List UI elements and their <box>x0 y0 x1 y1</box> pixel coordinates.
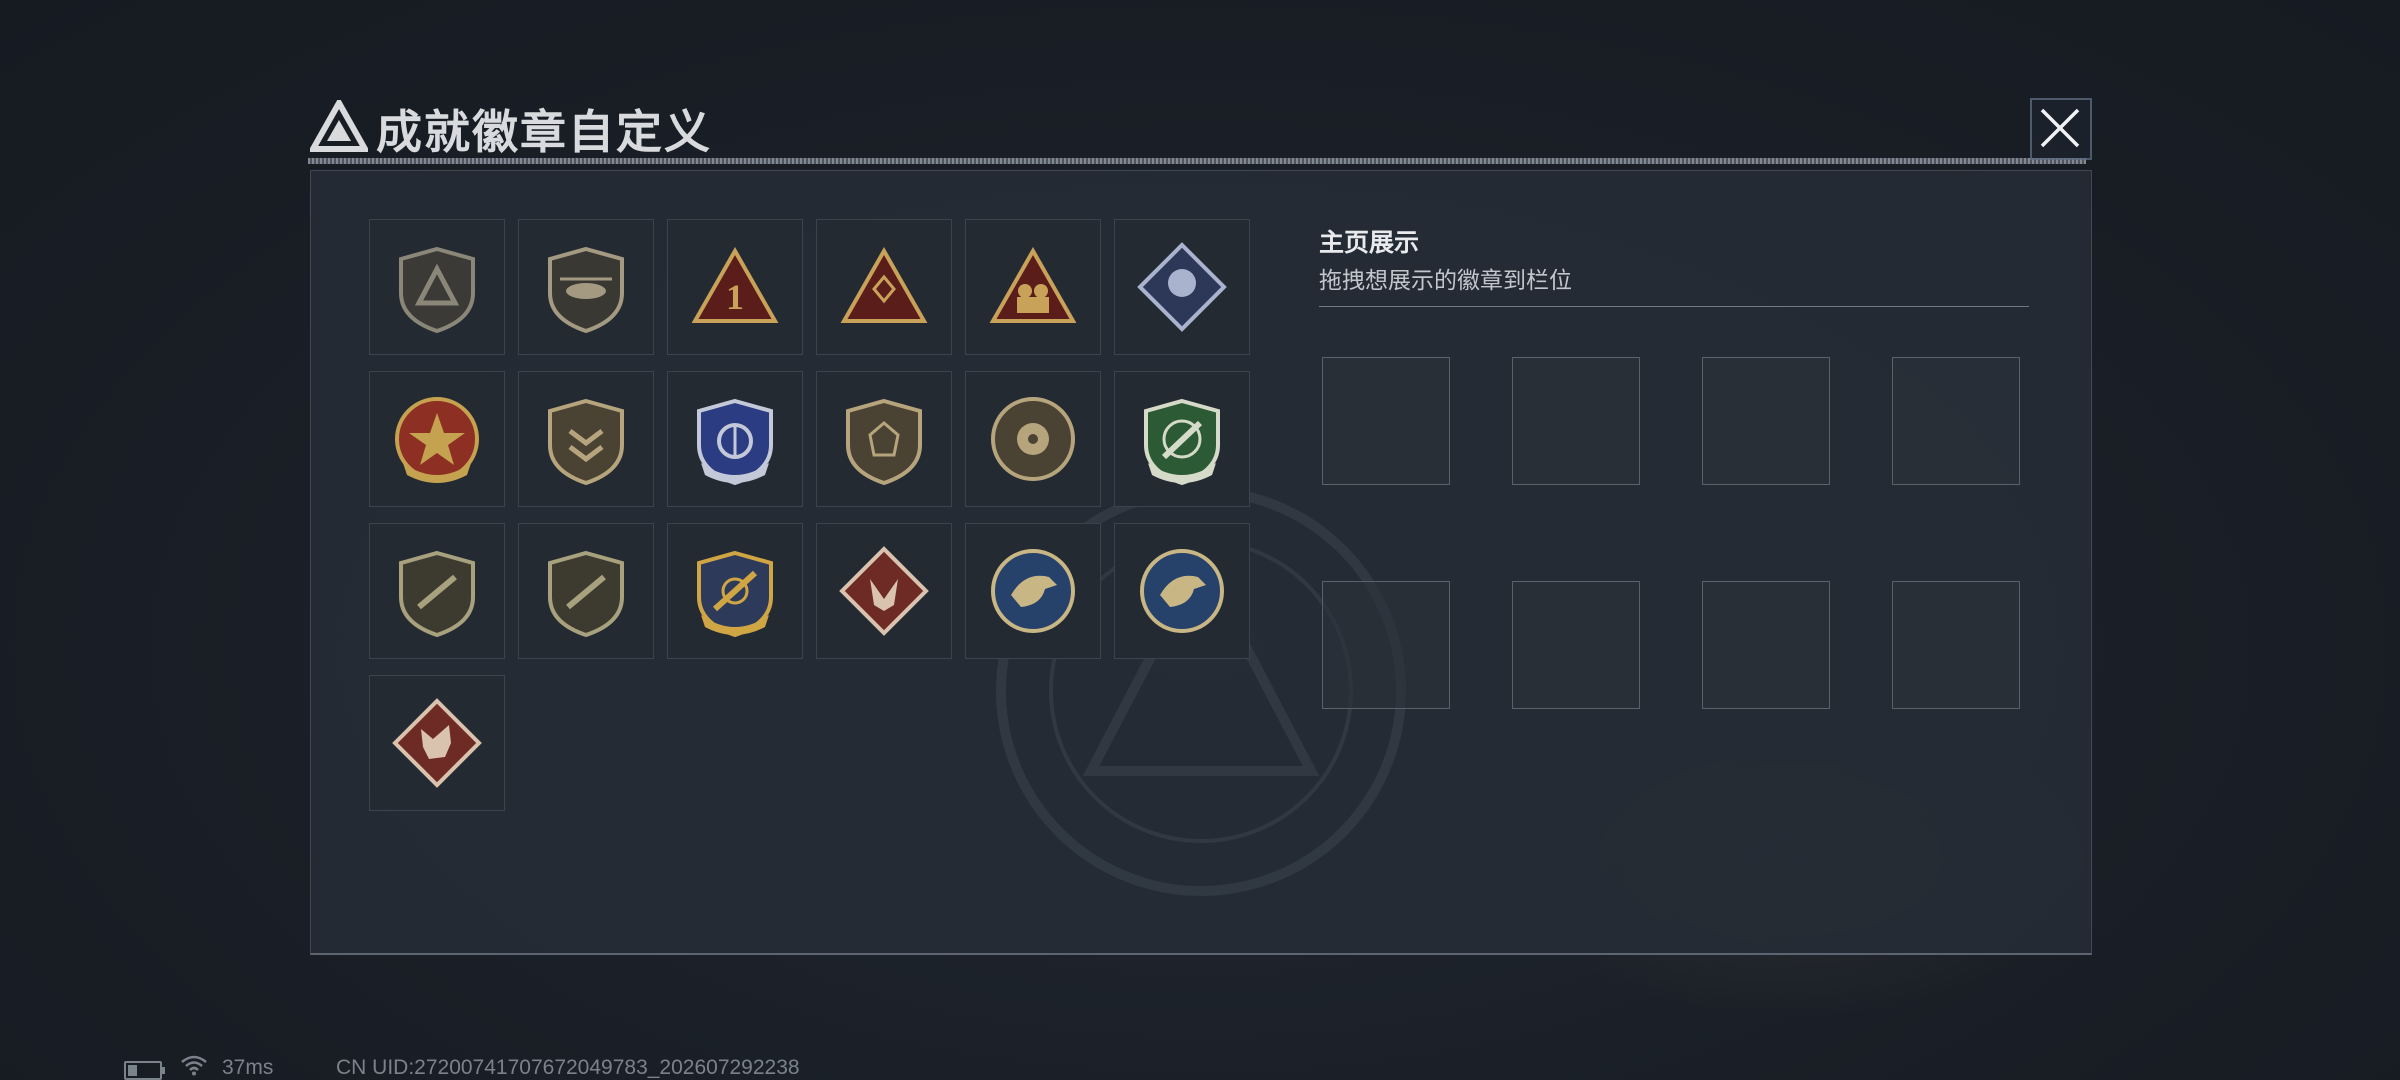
page-title: 成就徽章自定义 <box>376 106 712 158</box>
showcase-slot[interactable] <box>1702 581 1830 709</box>
showcase-slot[interactable] <box>1322 357 1450 485</box>
fist-diamond-badge-icon <box>1137 242 1227 332</box>
winged-rifle-shield-badge-icon <box>697 550 773 638</box>
number-one-triangle-badge-icon: 1 <box>691 246 779 323</box>
rifle-shield-badge-1-icon <box>399 550 475 638</box>
winged-rifle-shield-badge[interactable] <box>667 523 803 659</box>
title-bar: 成就徽章自定义 <box>300 92 2092 166</box>
triangle-logo-icon <box>310 100 368 152</box>
fist-diamond-badge[interactable] <box>1114 219 1250 355</box>
chevron-shield-badge-icon <box>548 398 624 486</box>
battery-icon <box>124 1061 165 1080</box>
star-wheel-badge[interactable] <box>369 371 505 507</box>
wolf-diamond-badge[interactable] <box>816 523 952 659</box>
showcase-slot[interactable] <box>1702 357 1830 485</box>
showcase-slots <box>1322 357 2020 709</box>
triangle-shield-badge[interactable] <box>369 219 505 355</box>
svg-text:1: 1 <box>726 277 744 317</box>
showcase-subtitle: 拖拽想展示的徽章到栏位 <box>1319 267 1572 293</box>
uid-text: CN UID:272007417076720497­83_20260729223… <box>336 1056 800 1079</box>
showcase-slot[interactable] <box>1892 581 2020 709</box>
badge-panel: 1 主页展示 拖拽想展示的徽章到栏位 <box>310 170 2092 955</box>
dragon-diamond-badge[interactable] <box>369 675 505 811</box>
eagle-round-badge-1-icon <box>991 549 1075 633</box>
blue-stars-shield-badge[interactable] <box>667 371 803 507</box>
chevron-shield-badge[interactable] <box>518 371 654 507</box>
gem-hands-triangle-badge[interactable] <box>816 219 952 355</box>
showcase-slot[interactable] <box>1892 357 2020 485</box>
showcase-slot[interactable] <box>1512 357 1640 485</box>
gem-hands-triangle-badge-icon <box>840 246 928 323</box>
wifi-icon <box>181 1055 207 1076</box>
crosshair-skull-badge-icon <box>991 397 1075 481</box>
wolf-diamond-badge-icon <box>839 546 929 636</box>
gem-shield-badge-icon <box>846 398 922 486</box>
close-icon <box>2040 108 2080 148</box>
blue-stars-shield-badge-icon <box>697 398 773 486</box>
showcase-divider <box>1319 306 2029 307</box>
rifle-shield-badge-2[interactable] <box>518 523 654 659</box>
close-button[interactable] <box>2030 98 2092 160</box>
eagle-round-badge-2[interactable] <box>1114 523 1250 659</box>
showcase-title: 主页展示 <box>1319 229 1420 257</box>
badge-grid: 1 <box>369 219 1259 811</box>
gem-shield-badge[interactable] <box>816 371 952 507</box>
number-one-triangle-badge[interactable]: 1 <box>667 219 803 355</box>
soldiers-triangle-badge-icon <box>989 246 1077 323</box>
ping-text: 37ms <box>222 1056 274 1079</box>
showcase-slot[interactable] <box>1322 581 1450 709</box>
rifle-shield-badge-1[interactable] <box>369 523 505 659</box>
crosshair-skull-badge[interactable] <box>965 371 1101 507</box>
title-divider <box>308 158 2086 164</box>
helicopter-badge[interactable] <box>518 219 654 355</box>
eagle-round-badge-1[interactable] <box>965 523 1101 659</box>
triangle-shield-badge-icon <box>399 246 475 334</box>
showcase-slot[interactable] <box>1512 581 1640 709</box>
star-wheel-badge-icon <box>395 397 479 483</box>
helicopter-badge-icon <box>548 246 624 334</box>
dragon-diamond-badge-icon <box>392 698 482 788</box>
green-rifle-shield-badge[interactable] <box>1114 371 1250 507</box>
eagle-round-badge-2-icon <box>1140 549 1224 633</box>
rifle-shield-badge-2-icon <box>548 550 624 638</box>
soldiers-triangle-badge[interactable] <box>965 219 1101 355</box>
green-rifle-shield-badge-icon <box>1144 398 1220 486</box>
